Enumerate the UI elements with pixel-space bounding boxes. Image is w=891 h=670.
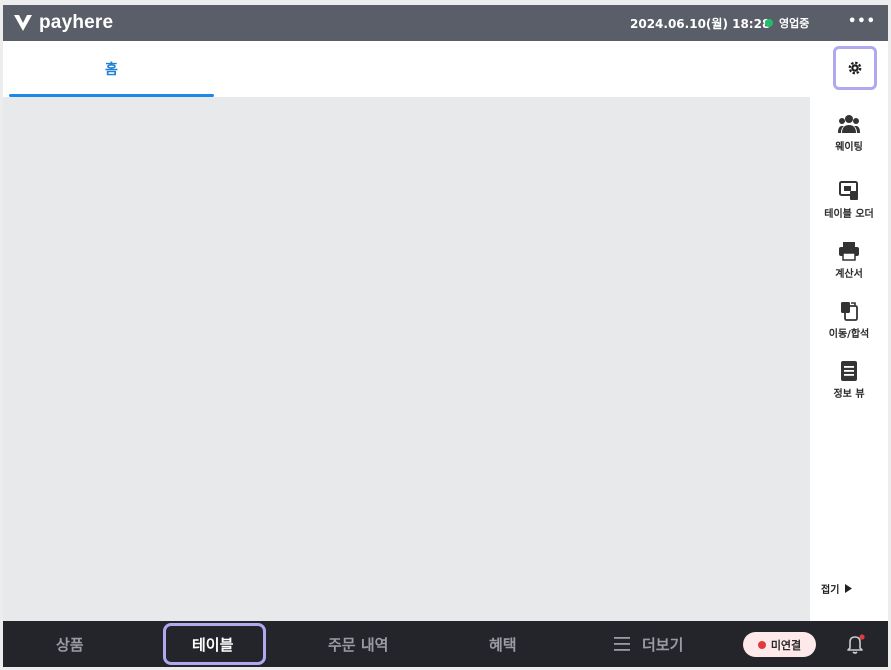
disconnected-dot-icon	[757, 640, 766, 649]
payhere-logo-icon	[14, 15, 32, 31]
sidebar-item-table-order[interactable]: 테이블 오더	[810, 180, 888, 228]
sidebar-item-waiting[interactable]: 웨이팅	[810, 113, 888, 161]
current-datetime: 2024.06.10(월) 18:28	[630, 17, 771, 31]
sidebar-item-info-view[interactable]: 정보 뷰	[810, 360, 888, 408]
nav-more[interactable]: 더보기	[614, 621, 683, 667]
brand-logo: payhere	[13, 11, 113, 35]
nav-order-history[interactable]: 주문 내역	[328, 621, 388, 667]
menu-icon	[614, 637, 630, 651]
sidebar-item-label: 웨이팅	[835, 142, 863, 153]
settings-button[interactable]	[833, 46, 877, 90]
brand-name: payhere	[39, 12, 114, 33]
tab-home-label: 홈	[105, 62, 118, 78]
nav-label: 주문 내역	[328, 635, 389, 654]
sidebar-item-label: 계산서	[835, 269, 863, 280]
tab-home[interactable]: 홈	[9, 41, 214, 97]
tab-bar: 홈	[3, 41, 810, 97]
nav-label: 상품	[56, 635, 84, 654]
status-dot-icon	[765, 19, 773, 27]
nav-label: 혜택	[489, 635, 517, 654]
connection-label: 미연결	[770, 638, 802, 652]
nav-tables[interactable]: 테이블	[192, 621, 233, 667]
caret-right-icon	[845, 584, 853, 593]
sidebar-item-label: 테이블 오더	[824, 209, 874, 220]
status-label: 영업중	[779, 17, 810, 30]
right-sidebar: 웨이팅 테이블 오더 계산서 이동/합석 정보 뷰	[810, 41, 888, 621]
table-layout-canvas[interactable]	[3, 97, 810, 621]
top-bar: payhere 2024.06.10(월) 18:28 영업중 •••	[3, 5, 888, 41]
sidebar-item-label: 이동/합석	[828, 329, 870, 340]
sidebar-item-label: 정보 뷰	[833, 389, 865, 400]
gear-icon	[848, 61, 862, 75]
people-icon	[838, 113, 860, 135]
printer-icon	[838, 240, 860, 262]
move-merge-icon	[838, 300, 860, 322]
business-status: 영업중	[765, 15, 809, 31]
bell-icon[interactable]	[845, 633, 867, 655]
document-icon	[838, 360, 860, 382]
nav-label: 테이블	[192, 635, 234, 654]
nav-benefits[interactable]: 혜택	[489, 621, 517, 667]
fold-sidebar-button[interactable]: 접기	[821, 581, 853, 596]
app-window: payhere 2024.06.10(월) 18:28 영업중 ••• 홈 웨이…	[3, 5, 888, 667]
nav-label: 더보기	[642, 635, 684, 654]
bottom-nav: 상품 테이블 주문 내역 혜택 더보기 미연결	[3, 621, 888, 667]
more-options-button[interactable]: •••	[848, 14, 876, 29]
sidebar-item-receipt[interactable]: 계산서	[810, 240, 888, 288]
table-order-icon	[838, 180, 860, 202]
connection-status-button[interactable]: 미연결	[743, 632, 816, 657]
nav-products[interactable]: 상품	[56, 621, 84, 667]
fold-label: 접기	[821, 585, 840, 596]
sidebar-item-move-merge[interactable]: 이동/합석	[810, 300, 888, 348]
